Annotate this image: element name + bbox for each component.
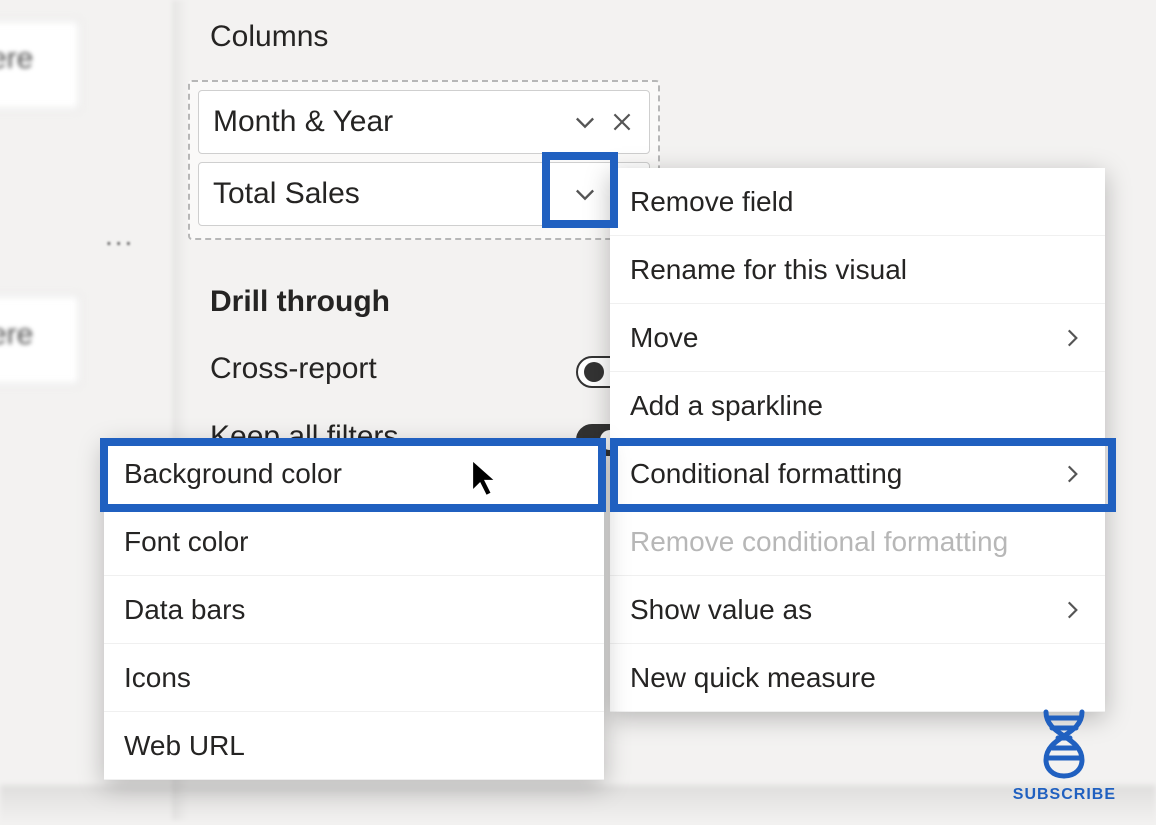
menu-item-remove-field[interactable]: Remove field (610, 168, 1105, 236)
field-pill-label: Total Sales (213, 177, 360, 211)
submenu-item-web-url[interactable]: Web URL (104, 712, 604, 780)
subscribe-label: SUBSCRIBE (1013, 786, 1116, 804)
drill-through-label: Drill through (210, 285, 390, 319)
menu-item-label: Conditional formatting (630, 458, 902, 490)
field-pill-month-year[interactable]: Month & Year (198, 90, 650, 154)
menu-item-new-quick-measure[interactable]: New quick measure (610, 644, 1105, 712)
conditional-formatting-submenu: Background color Font color Data bars Ic… (104, 440, 604, 780)
menu-item-label: Remove field (630, 186, 793, 218)
chevron-right-icon (1059, 325, 1085, 351)
menu-item-rename[interactable]: Rename for this visual (610, 236, 1105, 304)
submenu-item-label: Web URL (124, 730, 245, 762)
menu-item-move[interactable]: Move (610, 304, 1105, 372)
submenu-item-icons[interactable]: Icons (104, 644, 604, 712)
menu-item-add-sparkline[interactable]: Add a sparkline (610, 372, 1105, 440)
menu-item-label: New quick measure (630, 662, 876, 694)
chevron-right-icon (1059, 461, 1085, 487)
menu-item-remove-conditional-formatting: Remove conditional formatting (610, 508, 1105, 576)
mouse-cursor-icon (470, 458, 500, 498)
columns-field-well[interactable]: Month & Year Total Sales (188, 80, 660, 240)
submenu-item-label: Data bars (124, 594, 245, 626)
chevron-down-icon[interactable] (571, 180, 599, 208)
left-well-1-text: ere (0, 42, 33, 76)
field-context-menu: Remove field Rename for this visual Move… (610, 168, 1105, 712)
submenu-item-data-bars[interactable]: Data bars (104, 576, 604, 644)
submenu-item-font-color[interactable]: Font color (104, 508, 604, 576)
chevron-down-icon[interactable] (571, 108, 599, 136)
menu-item-show-value-as[interactable]: Show value as (610, 576, 1105, 644)
ellipsis: ... (105, 220, 134, 252)
submenu-item-label: Icons (124, 662, 191, 694)
menu-item-label: Add a sparkline (630, 390, 823, 422)
submenu-item-label: Font color (124, 526, 249, 558)
menu-item-label: Show value as (630, 594, 812, 626)
field-pill-label: Month & Year (213, 105, 393, 139)
cross-report-label: Cross-report (210, 352, 377, 386)
dna-icon (1032, 708, 1096, 780)
close-icon[interactable] (609, 109, 635, 135)
field-pill-total-sales[interactable]: Total Sales (198, 162, 650, 226)
menu-item-conditional-formatting[interactable]: Conditional formatting (610, 440, 1105, 508)
columns-section-label: Columns (210, 20, 328, 54)
menu-item-label: Remove conditional formatting (630, 526, 1008, 558)
submenu-item-label: Background color (124, 458, 342, 490)
chevron-right-icon (1059, 597, 1085, 623)
left-well-2-text: ere (0, 318, 33, 352)
menu-item-label: Move (630, 322, 698, 354)
subscribe-badge[interactable]: SUBSCRIBE (1013, 708, 1116, 804)
panel-bottom-shadow (0, 785, 1156, 825)
submenu-item-background-color[interactable]: Background color (104, 440, 604, 508)
menu-item-label: Rename for this visual (630, 254, 907, 286)
